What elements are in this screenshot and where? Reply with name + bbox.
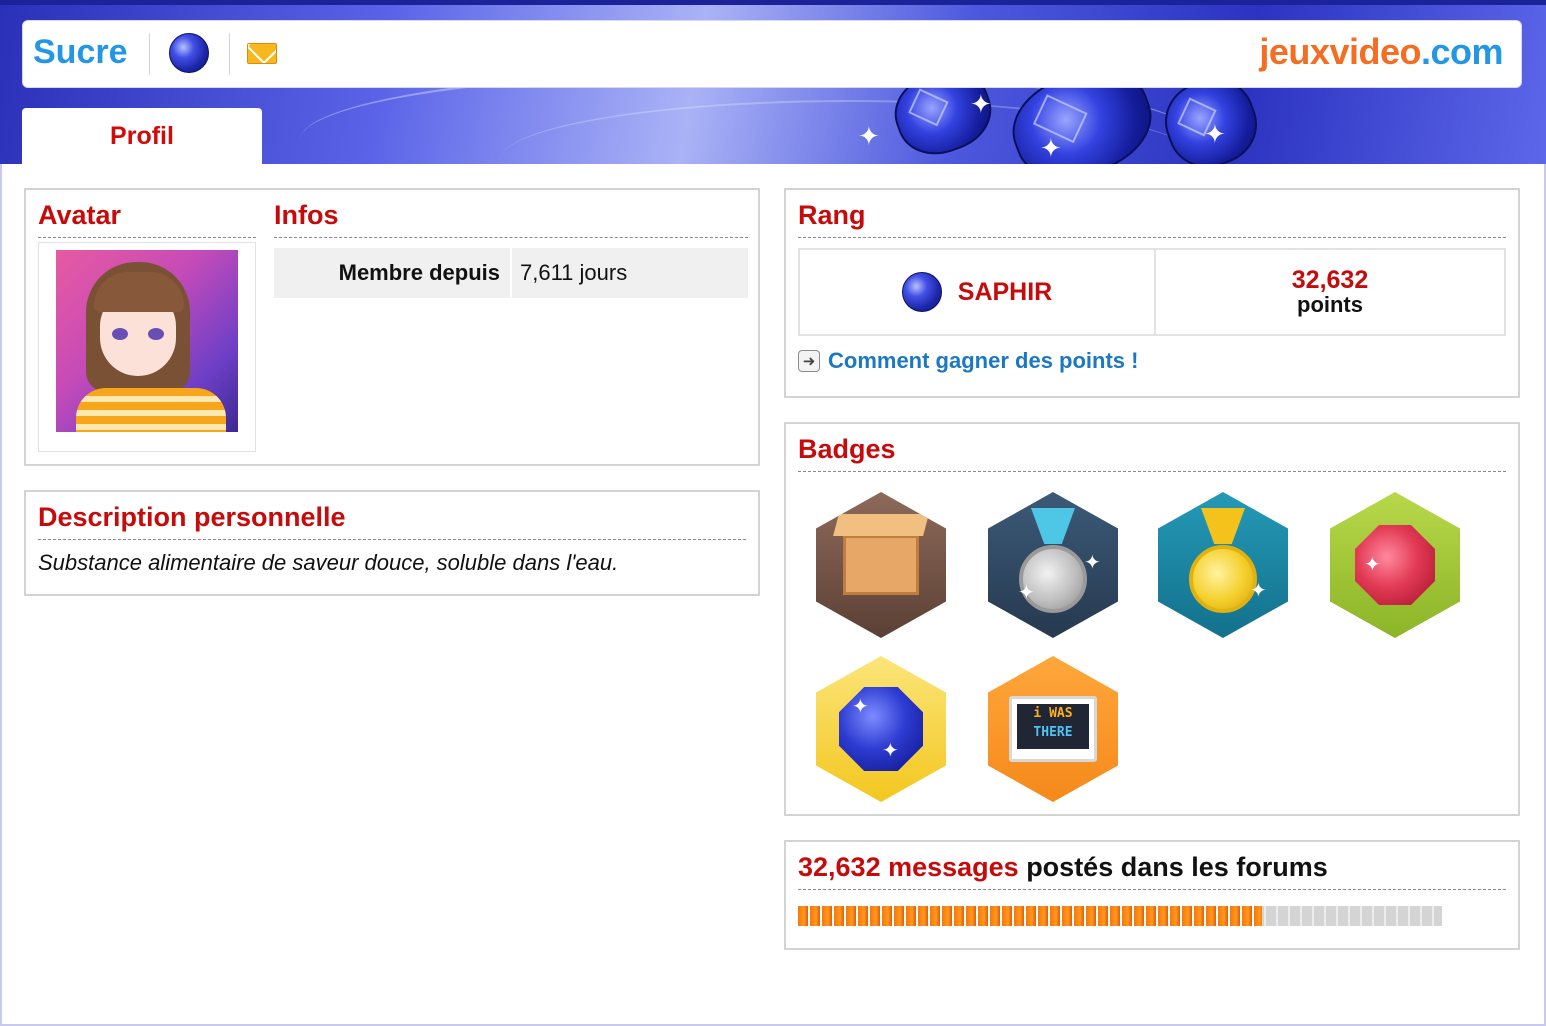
avatar[interactable]	[56, 250, 238, 432]
tab-profil[interactable]: Profil	[22, 108, 262, 164]
username[interactable]: Sucre	[33, 33, 128, 72]
ribbon-icon	[1201, 508, 1245, 544]
sparkle-icon: ✦	[1250, 578, 1267, 602]
avatar-bangs	[94, 272, 184, 312]
messages-count: 32,632 messages	[798, 852, 1019, 882]
logo-domain: .com	[1420, 31, 1504, 72]
badge-art	[1330, 492, 1460, 638]
sparkle-icon: ✦	[1084, 550, 1101, 574]
sparkle-icon: ✦	[852, 694, 869, 718]
info-label: Membre depuis	[274, 248, 510, 298]
silver-medal-badge-icon[interactable]: ✦ ✦	[988, 492, 1118, 638]
badge-art	[816, 656, 946, 802]
messages-progress-bar	[798, 906, 1442, 926]
sparkle-icon: ✦	[858, 122, 880, 152]
ruby-badge-icon[interactable]: ✦	[1330, 492, 1460, 638]
profile-top-bar: Sucre jeuxvideo.com	[22, 20, 1522, 88]
sparkle-icon: ✦	[970, 90, 992, 120]
separator	[149, 33, 150, 75]
rank-name: SAPHIR	[957, 277, 1053, 306]
infos-heading: Infos	[274, 200, 748, 238]
messages-panel: 32,632 messages postés dans les forums	[784, 840, 1520, 950]
sparkle-icon: ✦	[1364, 552, 1381, 576]
avatar-heading: Avatar	[38, 200, 256, 238]
header-banner: ✦ ✦ ✦ ✦ Sucre jeuxvideo.com Profil	[0, 0, 1546, 164]
sparkle-icon: ✦	[1040, 134, 1062, 164]
rank-table: SAPHIR 32,632 points	[798, 248, 1506, 336]
tv-text-line1: i WAS	[1033, 706, 1073, 721]
badges-heading: Badges	[798, 434, 1506, 472]
sparkle-icon: ✦	[882, 738, 899, 762]
avatar-shirt	[76, 388, 226, 432]
i-was-there-badge-icon[interactable]: i WAS THERE	[988, 656, 1118, 802]
jeuxvideo-logo[interactable]: jeuxvideo.com	[1259, 31, 1503, 73]
rank-panel: Rang SAPHIR 32,632 points ➜ Comment gagn…	[784, 188, 1520, 398]
description-panel: Description personnelle Substance alimen…	[24, 490, 760, 596]
sapphire-rank-icon	[901, 272, 942, 312]
badge-art	[1158, 492, 1288, 638]
logo-text: jeuxvideo	[1259, 31, 1421, 72]
badges-panel: Badges ✦ ✦ ✦ ✦ ✦ ✦ i WAS THERE	[784, 422, 1520, 816]
separator	[229, 33, 230, 75]
points-cell: 32,632 points	[1156, 250, 1504, 334]
tv-icon: i WAS THERE	[1009, 696, 1097, 762]
avatar-infos-panel: Avatar Infos Membre depuis 7,611 jours	[24, 188, 760, 466]
box-badge-icon[interactable]	[816, 492, 946, 638]
gold-medal-badge-icon[interactable]: ✦	[1158, 492, 1288, 638]
mail-icon[interactable]	[247, 43, 277, 64]
sparkle-icon: ✦	[1018, 580, 1035, 604]
avatar-frame	[38, 242, 256, 452]
box-icon	[843, 535, 919, 595]
sapphire-rank-icon	[169, 33, 209, 73]
tv-text-line2: THERE	[1033, 725, 1073, 740]
tv-screen: i WAS THERE	[1017, 704, 1089, 749]
avatar-eye	[148, 328, 164, 340]
gold-medal-icon	[1189, 545, 1257, 613]
info-value: 7,611 jours	[512, 248, 748, 298]
howto-points-link[interactable]: Comment gagner des points !	[828, 348, 1138, 374]
badges-grid: ✦ ✦ ✦ ✦ ✦ ✦ i WAS THERE	[798, 472, 1506, 802]
points-label: points	[1297, 292, 1363, 317]
badge-art	[816, 492, 946, 638]
messages-progress-fill	[798, 906, 1262, 926]
arrow-right-icon: ➜	[798, 350, 820, 372]
rank-heading: Rang	[798, 200, 1506, 238]
ribbon-icon	[1031, 508, 1075, 544]
sparkle-icon: ✦	[1204, 120, 1226, 150]
avatar-eye	[112, 328, 128, 340]
info-row: Membre depuis 7,611 jours	[274, 248, 748, 298]
messages-suffix: postés dans les forums	[1018, 852, 1328, 882]
description-text: Substance alimentaire de saveur douce, s…	[38, 550, 619, 575]
rank-cell: SAPHIR	[800, 250, 1156, 334]
points-value: 32,632	[1291, 266, 1369, 294]
messages-heading: 32,632 messages postés dans les forums	[798, 852, 1506, 890]
sapphire-badge-icon[interactable]: ✦ ✦	[816, 656, 946, 802]
description-heading: Description personnelle	[38, 502, 746, 540]
howto-row: ➜ Comment gagner des points !	[798, 348, 1506, 374]
header-top-line	[0, 0, 1546, 5]
badge-art: i WAS THERE	[988, 656, 1118, 802]
